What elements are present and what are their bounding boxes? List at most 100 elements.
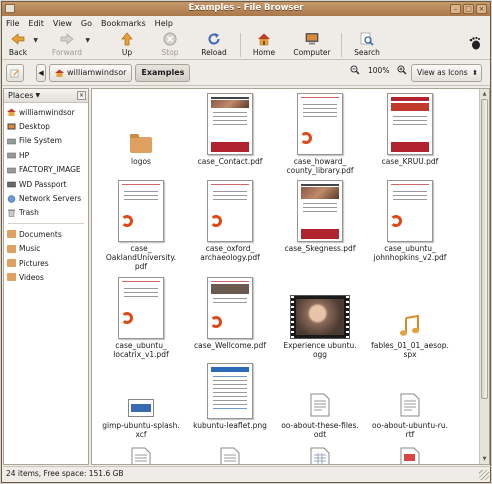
edit-location-icon — [10, 69, 19, 77]
sidebar-header[interactable]: Places ▼ × — [4, 89, 88, 103]
up-arrow-icon — [121, 32, 133, 46]
menu-bar: File Edit View Go Bookmarks Help — [2, 16, 490, 30]
search-button[interactable]: Search — [348, 30, 386, 60]
file-item-case-ubuntu-johnhopkins-v2[interactable]: case_ubuntu_ johnhopkins_v2.pdf — [365, 178, 455, 262]
folder-icon — [7, 230, 16, 239]
sidebar-item-factory-image[interactable]: FACTORY_IMAGE — [4, 163, 88, 177]
menu-edit[interactable]: Edit — [28, 19, 44, 28]
png-thumbnail — [207, 363, 253, 419]
close-button[interactable]: × — [476, 4, 487, 14]
computer-button[interactable]: Computer — [289, 30, 335, 60]
back-history-dropdown-icon[interactable]: ▼ — [33, 37, 38, 44]
sidebar-item-desktop[interactable]: Desktop — [4, 119, 88, 133]
location-bar: ◀ williamwindsor Examples 100% View as I… — [2, 60, 490, 86]
scroll-down-icon[interactable]: ▼ — [481, 455, 488, 463]
back-button[interactable]: Back ▼ — [4, 30, 38, 60]
text-document-icon — [400, 393, 420, 417]
title-bar[interactable]: Examples - File Browser – □ × — [2, 2, 490, 16]
file-item-case-ubuntu-locatrix-v1[interactable]: case_ubuntu_ locatrix_v1.pdf — [96, 275, 186, 359]
toggle-location-entry-button[interactable] — [6, 63, 24, 82]
file-item-kubuntu-leaflet[interactable]: kubuntu-leaflet.png — [185, 361, 275, 430]
forward-arrow-icon — [60, 33, 74, 45]
menu-view[interactable]: View — [53, 19, 72, 28]
zoom-out-icon[interactable] — [350, 65, 360, 75]
sidebar-item-trash[interactable]: Trash — [4, 206, 88, 220]
file-item-case-howard-county-library[interactable]: case_howard_ county_library.pdf — [275, 91, 365, 175]
forward-button[interactable]: Forward ▼ — [42, 30, 92, 60]
stop-button[interactable]: Stop — [152, 30, 188, 60]
gnome-foot-icon — [469, 36, 480, 50]
reload-button[interactable]: Reload — [194, 30, 234, 60]
pdf-thumbnail — [207, 93, 253, 155]
menu-go[interactable]: Go — [81, 19, 92, 28]
zoom-control: 100% — [350, 65, 407, 75]
sidebar-item-pictures[interactable]: Pictures — [4, 256, 88, 270]
icon-view[interactable]: logos case_Contact.pdf case_howard_ count… — [91, 88, 490, 465]
pdf-thumbnail — [387, 93, 433, 155]
sidebar-item-network-servers[interactable]: Network Servers — [4, 191, 88, 205]
menu-help[interactable]: Help — [155, 19, 173, 28]
zoom-in-icon[interactable] — [397, 65, 407, 75]
document-icon — [220, 447, 240, 464]
resize-grip[interactable] — [479, 470, 489, 480]
file-item-oo-about-ubuntu-ru[interactable]: oo-about-ubuntu-ru. rtf — [365, 361, 455, 439]
video-thumbnail — [290, 295, 350, 339]
sidebar-item-home[interactable]: williamwindsor — [4, 105, 88, 119]
reload-icon — [208, 33, 220, 45]
file-item-case-skegness[interactable]: case_Skegness.pdf — [275, 178, 365, 253]
file-item-experience-ubuntu-ogg[interactable]: Experience ubuntu. ogg — [275, 275, 365, 359]
back-arrow-icon — [11, 33, 25, 45]
folder-icon — [7, 273, 16, 282]
close-sidebar-button[interactable]: × — [77, 91, 86, 100]
external-drive-icon — [7, 181, 16, 188]
breadcrumb-williamwindsor[interactable]: williamwindsor — [49, 63, 133, 82]
trash-icon — [8, 209, 15, 217]
sidebar-item-music[interactable]: Music — [4, 242, 88, 256]
stop-icon — [163, 32, 177, 46]
minimize-button[interactable]: – — [450, 4, 461, 14]
sidebar-item-videos[interactable]: Videos — [4, 270, 88, 284]
network-icon — [7, 194, 16, 203]
view-mode-select[interactable]: View as Icons ⬍ — [411, 64, 482, 82]
menu-file[interactable]: File — [6, 19, 19, 28]
harddisk-icon — [7, 167, 16, 173]
window-title: Examples - File Browser — [188, 3, 304, 13]
breadcrumb-examples[interactable]: Examples — [135, 63, 191, 82]
sidebar-mode-dropdown-icon: ▼ — [35, 92, 41, 99]
file-item-case-kruu[interactable]: case_KRUU.pdf — [365, 91, 455, 166]
file-item-case-contact[interactable]: case_Contact.pdf — [185, 91, 275, 166]
pdf-thumbnail — [297, 93, 343, 155]
desktop-icon — [7, 123, 16, 130]
file-item-case-oxford-archaeology[interactable]: case_oxford_ archaeology.pdf — [185, 178, 275, 262]
music-note-icon — [400, 315, 419, 336]
home-icon — [258, 33, 270, 46]
vertical-scrollbar[interactable]: ▲ ▼ — [479, 89, 489, 464]
menu-bookmarks[interactable]: Bookmarks — [101, 19, 146, 28]
pdf-thumbnail — [207, 277, 253, 339]
pdf-thumbnail — [118, 277, 164, 339]
breadcrumb-scroll-left-button[interactable]: ◀ — [36, 63, 46, 82]
sidebar-item-hp[interactable]: HP — [4, 148, 88, 162]
sidebar-item-file-system[interactable]: File System — [4, 134, 88, 148]
spreadsheet-icon — [310, 447, 330, 464]
file-item-fables-aesop-spx[interactable]: fables_01_01_aesop. spx — [365, 275, 455, 359]
sidebar-item-wd-passport[interactable]: WD Passport — [4, 177, 88, 191]
places-sidebar: Places ▼ × williamwindsor Desktop File S… — [3, 88, 89, 465]
sidebar-item-documents[interactable]: Documents — [4, 227, 88, 241]
maximize-button[interactable]: □ — [463, 4, 474, 14]
scroll-up-icon[interactable]: ▲ — [481, 90, 488, 98]
home-button[interactable]: Home — [247, 30, 281, 60]
up-button[interactable]: Up — [108, 30, 146, 60]
file-item-oo-about-these-files[interactable]: oo-about-these-files. odt — [275, 361, 365, 439]
file-item-case-wellcome[interactable]: case_Wellcome.pdf — [185, 275, 275, 350]
forward-history-dropdown-icon[interactable]: ▼ — [85, 37, 90, 44]
toolbar-separator — [240, 33, 241, 57]
scrollbar-thumb[interactable] — [481, 99, 488, 399]
pdf-thumbnail — [297, 180, 343, 242]
file-item-case-oakland-university[interactable]: case_ OaklandUniversity. pdf — [96, 178, 186, 271]
computer-icon — [305, 33, 319, 45]
file-item-logos[interactable]: logos — [96, 91, 186, 166]
file-item-gimp-ubuntu-splash[interactable]: gimp-ubuntu-splash. xcf — [96, 361, 186, 439]
zoom-level[interactable]: 100% — [368, 66, 389, 75]
file-browser-window: Examples - File Browser – □ × File Edit … — [1, 1, 491, 483]
